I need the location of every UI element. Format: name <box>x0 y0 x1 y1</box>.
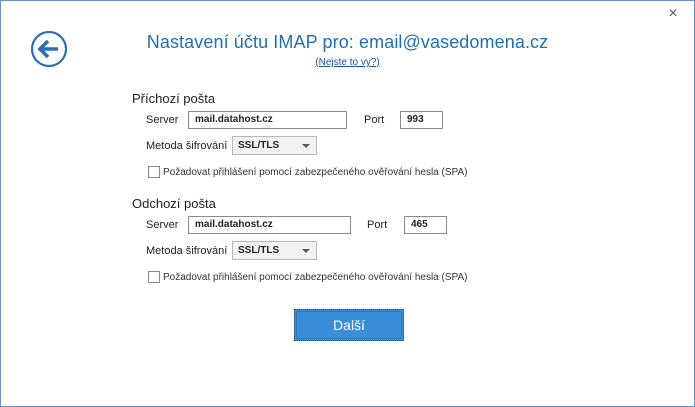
chevron-down-icon <box>302 144 310 148</box>
incoming-encryption-select[interactable]: SSL/TLS <box>232 136 317 155</box>
not-you-link[interactable]: (Nejste to vy?) <box>1 57 694 68</box>
outgoing-port-input[interactable]: 465 <box>404 216 447 234</box>
incoming-port-label: Port <box>364 114 385 126</box>
outgoing-encryption-label: Metoda šifrování <box>146 245 228 257</box>
close-icon[interactable]: × <box>666 6 680 22</box>
outgoing-heading: Odchozí pošta <box>132 196 216 211</box>
incoming-heading: Příchozí pošta <box>132 91 216 106</box>
dialog-title: Nastavení účtu IMAP pro: email@vasedomen… <box>146 32 549 52</box>
outgoing-server-label: Server <box>146 219 179 231</box>
outgoing-encryption-select[interactable]: SSL/TLS <box>232 241 317 260</box>
outgoing-port-label: Port <box>367 219 388 231</box>
outgoing-spa-label: Požadovat přihlášení pomocí zabezpečenéh… <box>163 272 468 283</box>
imap-settings-dialog: × Nastavení účtu IMAP pro: email@vasedom… <box>0 0 695 407</box>
incoming-server-label: Server <box>146 114 179 126</box>
outgoing-encryption-value: SSL/TLS <box>238 245 280 256</box>
outgoing-server-input[interactable]: mail.datahost.cz <box>188 216 351 234</box>
incoming-spa-label: Požadovat přihlášení pomocí zabezpečenéh… <box>163 167 468 178</box>
incoming-encryption-label: Metoda šifrování <box>146 140 228 152</box>
incoming-spa-checkbox[interactable] <box>148 166 160 178</box>
outgoing-spa-checkbox[interactable] <box>148 271 160 283</box>
incoming-server-input[interactable]: mail.datahost.cz <box>188 111 347 129</box>
incoming-encryption-value: SSL/TLS <box>238 140 280 151</box>
incoming-port-input[interactable]: 993 <box>400 111 443 129</box>
next-button[interactable]: Další <box>294 309 404 341</box>
chevron-down-icon <box>302 249 310 253</box>
